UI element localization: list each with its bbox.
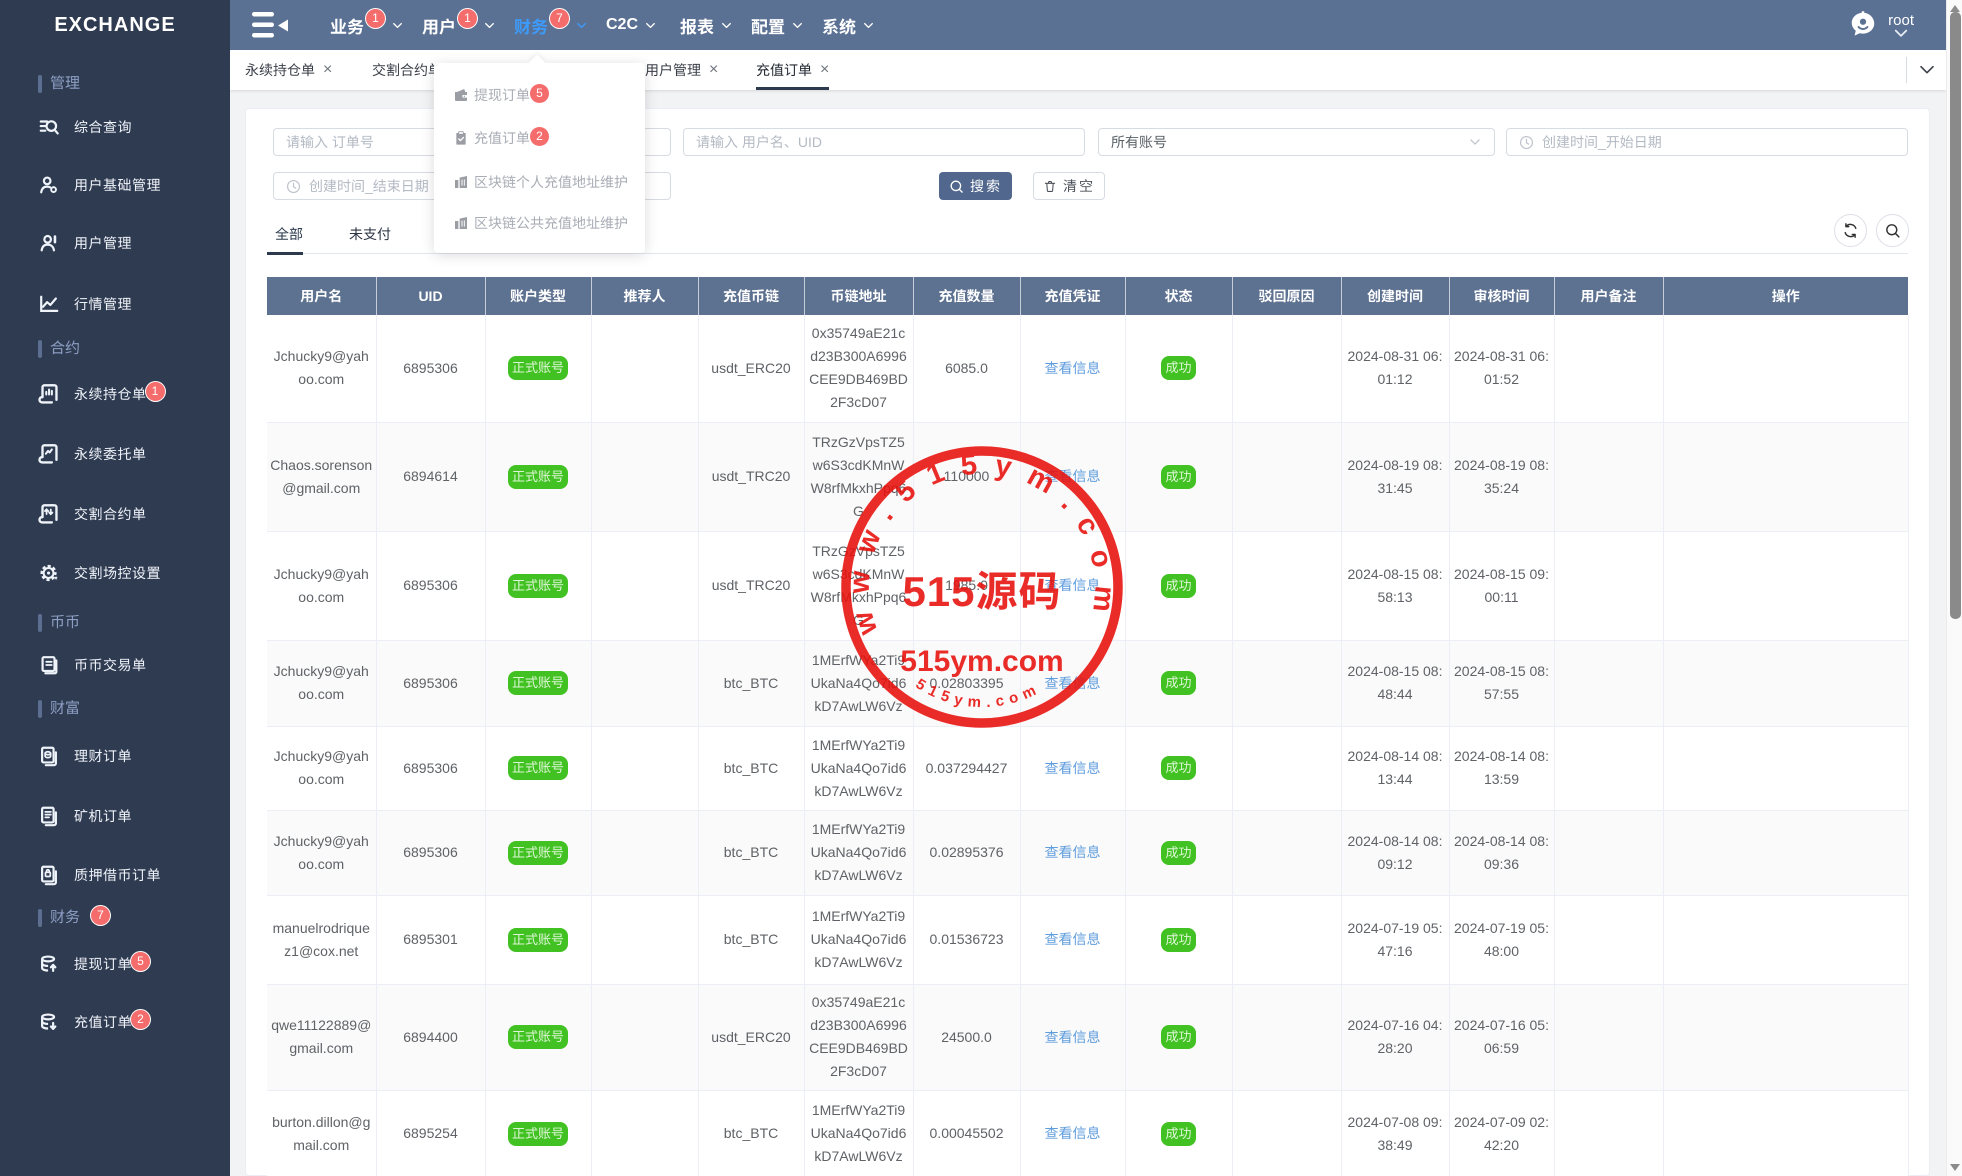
svg-text:515源码: 515源码 [902, 568, 1061, 615]
svg-text:515ym.com: 515ym.com [900, 645, 1063, 678]
svg-text:515ym.com: 515ym.com [913, 676, 1039, 712]
